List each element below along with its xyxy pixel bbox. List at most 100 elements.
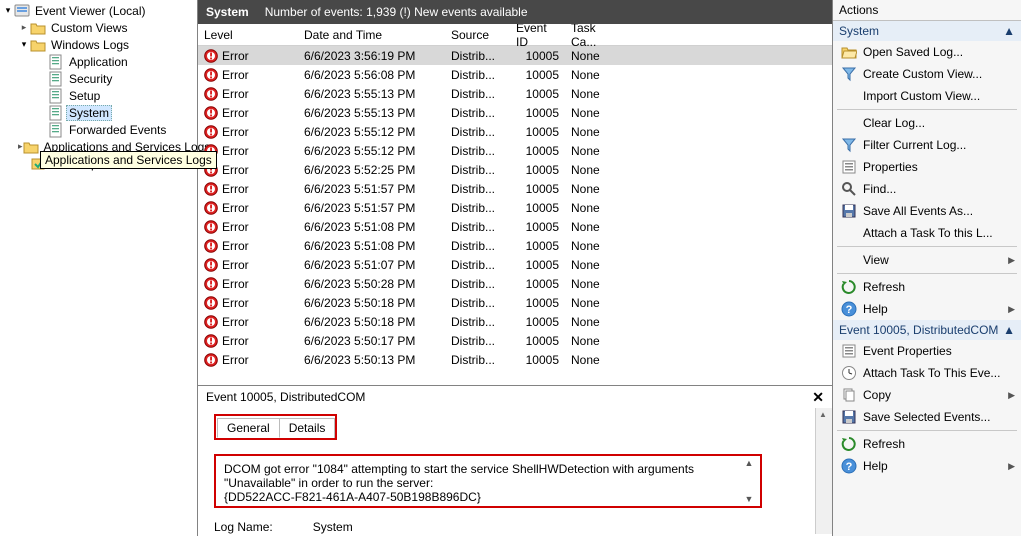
action-filter-current[interactable]: Filter Current Log... xyxy=(833,134,1021,156)
col-task[interactable]: Task Ca... xyxy=(565,24,625,52)
action-help[interactable]: Help▶ xyxy=(833,298,1021,320)
detail-scrollbar[interactable] xyxy=(815,408,832,534)
error-icon xyxy=(204,296,218,310)
error-icon xyxy=(204,49,218,63)
action-refresh[interactable]: Refresh xyxy=(833,276,1021,298)
chevron-right-icon: ▶ xyxy=(1008,304,1015,315)
action-help-2[interactable]: Help▶ xyxy=(833,455,1021,477)
tree-security[interactable]: Security xyxy=(0,70,197,87)
event-grid: Level Date and Time Source Event ID Task… xyxy=(198,24,832,386)
help-icon xyxy=(841,458,857,474)
log-name-row: Log Name: System xyxy=(214,520,824,534)
tree-forwarded[interactable]: Forwarded Events xyxy=(0,121,197,138)
error-icon xyxy=(204,315,218,329)
col-eventid[interactable]: Event ID xyxy=(510,24,565,52)
open-icon xyxy=(841,44,857,60)
table-row[interactable]: Error6/6/2023 5:55:12 PMDistrib...10005N… xyxy=(198,141,832,160)
error-icon xyxy=(204,125,218,139)
error-icon xyxy=(204,258,218,272)
table-row[interactable]: Error6/6/2023 5:50:17 PMDistrib...10005N… xyxy=(198,331,832,350)
table-row[interactable]: Error6/6/2023 5:51:57 PMDistrib...10005N… xyxy=(198,179,832,198)
tree-system[interactable]: System xyxy=(0,104,197,121)
refresh-icon xyxy=(841,436,857,452)
table-row[interactable]: Error6/6/2023 5:50:28 PMDistrib...10005N… xyxy=(198,274,832,293)
action-save-all[interactable]: Save All Events As... xyxy=(833,200,1021,222)
help-icon xyxy=(841,301,857,317)
action-attach-task-event[interactable]: Attach Task To This Eve... xyxy=(833,362,1021,384)
event-count: Number of events: 1,939 (!) New events a… xyxy=(265,5,528,19)
action-properties[interactable]: Properties xyxy=(833,156,1021,178)
tab-general[interactable]: General xyxy=(217,418,280,438)
action-refresh-2[interactable]: Refresh xyxy=(833,433,1021,455)
chevron-right-icon: ▶ xyxy=(1008,390,1015,401)
table-row[interactable]: Error6/6/2023 5:50:13 PMDistrib...10005N… xyxy=(198,350,832,369)
event-message: DCOM got error "1084" attempting to star… xyxy=(214,454,762,508)
error-icon xyxy=(204,87,218,101)
error-icon xyxy=(204,239,218,253)
collapse-icon: ▲ xyxy=(1003,24,1015,38)
find-icon xyxy=(841,181,857,197)
table-row[interactable]: Error6/6/2023 5:51:08 PMDistrib...10005N… xyxy=(198,217,832,236)
tree-setup[interactable]: Setup xyxy=(0,87,197,104)
properties-icon xyxy=(841,343,857,359)
error-icon xyxy=(204,353,218,367)
action-find[interactable]: Find... xyxy=(833,178,1021,200)
action-attach-task[interactable]: Attach a Task To this L... xyxy=(833,222,1021,244)
tree-custom-views[interactable]: Custom Views xyxy=(0,19,197,36)
properties-icon xyxy=(841,159,857,175)
col-level[interactable]: Level xyxy=(198,25,298,45)
center-pane: System Number of events: 1,939 (!) New e… xyxy=(198,0,833,536)
log-name-value: System xyxy=(313,520,353,534)
grid-body[interactable]: Error6/6/2023 3:56:19 PMDistrib...10005N… xyxy=(198,46,832,386)
table-row[interactable]: Error6/6/2023 5:50:18 PMDistrib...10005N… xyxy=(198,293,832,312)
grid-header: Level Date and Time Source Event ID Task… xyxy=(198,24,832,46)
actions-section-event[interactable]: Event 10005, DistributedCOM▲ xyxy=(833,320,1021,340)
action-open-saved[interactable]: Open Saved Log... xyxy=(833,41,1021,63)
chevron-right-icon: ▶ xyxy=(1008,461,1015,472)
refresh-icon xyxy=(841,279,857,295)
close-detail-button[interactable]: ✕ xyxy=(812,389,824,406)
log-title: System xyxy=(206,5,249,19)
error-icon xyxy=(204,201,218,215)
funnel-icon xyxy=(841,137,857,153)
clock-icon xyxy=(841,365,857,381)
action-create-custom[interactable]: Create Custom View... xyxy=(833,63,1021,85)
table-row[interactable]: Error6/6/2023 5:51:08 PMDistrib...10005N… xyxy=(198,236,832,255)
error-icon xyxy=(204,68,218,82)
save-icon xyxy=(841,203,857,219)
actions-section-system[interactable]: System▲ xyxy=(833,21,1021,41)
action-import-custom[interactable]: Import Custom View... xyxy=(833,85,1021,107)
table-row[interactable]: Error6/6/2023 5:55:13 PMDistrib...10005N… xyxy=(198,103,832,122)
detail-title: Event 10005, DistributedCOM xyxy=(206,390,365,404)
action-event-props[interactable]: Event Properties xyxy=(833,340,1021,362)
table-row[interactable]: Error6/6/2023 5:56:08 PMDistrib...10005N… xyxy=(198,65,832,84)
tree-root[interactable]: Event Viewer (Local) xyxy=(0,2,197,19)
table-row[interactable]: Error6/6/2023 5:52:25 PMDistrib...10005N… xyxy=(198,160,832,179)
msg-scroll-up[interactable]: ▲ xyxy=(742,458,756,468)
action-clear-log[interactable]: Clear Log... xyxy=(833,112,1021,134)
error-icon xyxy=(204,277,218,291)
action-copy[interactable]: Copy▶ xyxy=(833,384,1021,406)
tree-windows-logs[interactable]: Windows Logs xyxy=(0,36,197,53)
msg-line2: "Unavailable" in order to run the server… xyxy=(224,476,738,490)
col-source[interactable]: Source xyxy=(445,25,510,45)
log-header-bar: System Number of events: 1,939 (!) New e… xyxy=(198,0,832,24)
table-row[interactable]: Error6/6/2023 5:51:57 PMDistrib...10005N… xyxy=(198,198,832,217)
table-row[interactable]: Error6/6/2023 5:55:12 PMDistrib...10005N… xyxy=(198,122,832,141)
action-view[interactable]: View▶ xyxy=(833,249,1021,271)
error-icon xyxy=(204,334,218,348)
chevron-right-icon: ▶ xyxy=(1008,255,1015,266)
msg-scroll-down[interactable]: ▼ xyxy=(742,494,756,504)
error-icon xyxy=(204,106,218,120)
table-row[interactable]: Error6/6/2023 5:50:18 PMDistrib...10005N… xyxy=(198,312,832,331)
tree-application[interactable]: Application xyxy=(0,53,197,70)
error-icon xyxy=(204,220,218,234)
tab-details[interactable]: Details xyxy=(279,418,336,438)
table-row[interactable]: Error6/6/2023 5:55:13 PMDistrib...10005N… xyxy=(198,84,832,103)
msg-line3: {DD522ACC-F821-461A-A407-50B198B896DC} xyxy=(224,490,738,504)
detail-tabs: General Details xyxy=(214,414,337,440)
table-row[interactable]: Error6/6/2023 5:51:07 PMDistrib...10005N… xyxy=(198,255,832,274)
action-save-selected[interactable]: Save Selected Events... xyxy=(833,406,1021,428)
detail-header: Event 10005, DistributedCOM ✕ xyxy=(198,386,832,408)
col-date[interactable]: Date and Time xyxy=(298,25,445,45)
